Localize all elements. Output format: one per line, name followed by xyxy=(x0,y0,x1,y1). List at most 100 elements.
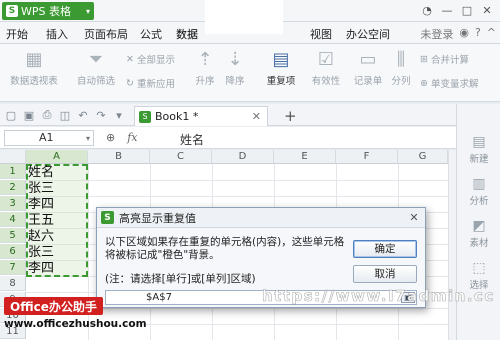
material-icon: ◩ xyxy=(472,218,486,234)
show-all-button[interactable]: ✕ 全部显示 xyxy=(126,52,175,67)
reapply-icon: ↻ xyxy=(126,77,134,89)
preview-icon[interactable]: ◫ xyxy=(58,108,72,122)
maximize-icon[interactable]: □ xyxy=(460,3,474,17)
duplicates-icon: ▤ xyxy=(272,49,290,70)
ok-button[interactable]: 确定 xyxy=(353,240,417,258)
goal-seek-button[interactable]: ⊕ 单变量求解 xyxy=(420,76,479,91)
duplicates-button[interactable]: ▤ 重复项 xyxy=(260,49,302,88)
formula-icons: ⊕ fx xyxy=(106,131,138,144)
side-new-button[interactable]: ▤ 新建 xyxy=(457,134,500,165)
column-header[interactable]: B xyxy=(88,150,150,164)
tab-insert[interactable]: 插入 xyxy=(46,26,68,42)
split-column-button[interactable]: ⫼ 分列 xyxy=(388,49,414,88)
filter-icon: ⏷ xyxy=(88,49,104,70)
clear-filter-icon: ✕ xyxy=(126,53,134,65)
tab-data[interactable]: 数据 xyxy=(174,26,200,47)
document-tab[interactable]: S Book1 * ✕ xyxy=(134,106,268,126)
side-analysis-button[interactable]: ▥ 分析 xyxy=(457,176,500,207)
record-form-button[interactable]: ▭ 记录单 xyxy=(350,49,386,88)
row-header[interactable]: 2 xyxy=(0,180,26,195)
row-header[interactable]: 3 xyxy=(0,196,26,211)
column-header[interactable]: E xyxy=(274,150,336,164)
vertical-scrollbar[interactable] xyxy=(448,150,456,340)
analysis-icon: ▥ xyxy=(472,176,486,192)
column-header[interactable]: C xyxy=(150,150,212,164)
tab-view[interactable]: 视图 xyxy=(310,26,332,42)
more-icon[interactable]: ▾ xyxy=(112,108,126,122)
sort-ascending-button[interactable]: ⇡ 升序 xyxy=(192,49,218,88)
row-header[interactable]: 5 xyxy=(0,228,26,243)
split-column-icon: ⫼ xyxy=(396,49,406,70)
name-box[interactable]: A1 ▾ xyxy=(4,130,94,146)
cell-a5[interactable]: 赵六 xyxy=(28,229,54,244)
side-analysis-label: 分析 xyxy=(469,196,489,207)
formula-input[interactable]: 姓名 xyxy=(180,131,204,148)
tab-page-layout[interactable]: 页面布局 xyxy=(84,26,128,42)
row-header[interactable]: 6 xyxy=(0,244,26,259)
dialog-message: 以下区域如果存在重复的单元格(内容)，这些单元格将被标记成"橙色"背景。 xyxy=(105,236,345,261)
new-doc-icon[interactable]: ▢ xyxy=(4,108,18,122)
function-icon[interactable]: fx xyxy=(127,131,137,144)
menu-right: 未登录 ◉ ? ^ xyxy=(420,26,496,42)
tab-home[interactable]: 开始 xyxy=(6,26,28,42)
autofilter-button[interactable]: ⏷ 自动筛选 xyxy=(74,49,118,88)
new-icon: ▤ xyxy=(472,134,486,150)
user-icon[interactable]: ◉ xyxy=(459,26,469,42)
pivot-table-button[interactable]: ▦ 数据透视表 xyxy=(6,50,62,88)
sort-ascending-icon: ⇡ xyxy=(197,49,213,70)
column-header[interactable]: F xyxy=(336,150,398,164)
cell-a1[interactable]: 姓名 xyxy=(28,165,54,180)
select-all-corner[interactable] xyxy=(0,150,26,164)
close-tab-icon[interactable]: ✕ xyxy=(252,110,261,123)
minimize-icon[interactable]: — xyxy=(440,3,454,17)
cell-a4[interactable]: 王五 xyxy=(28,213,54,228)
chevron-down-icon: ▾ xyxy=(85,134,90,143)
duplicates-label: 重复项 xyxy=(266,76,296,87)
cell-a3[interactable]: 李四 xyxy=(28,197,54,212)
side-material-button[interactable]: ◩ 素材 xyxy=(457,218,500,249)
validity-label: 有效性 xyxy=(311,76,341,87)
quick-access-bar: ▢ ▣ ⎙ ◫ ↶ ↷ ▾ S Book1 * ✕ + xyxy=(0,104,500,126)
redaction-box xyxy=(205,0,283,34)
column-header[interactable]: G xyxy=(398,150,448,164)
save-icon[interactable]: ▣ xyxy=(22,108,36,122)
reapply-button[interactable]: ↻ 重新应用 xyxy=(126,76,175,91)
merge-calc-button[interactable]: ⊞ 合并计算 xyxy=(420,52,469,67)
dialog-close-icon[interactable]: ✕ xyxy=(406,211,422,225)
redo-icon[interactable]: ↷ xyxy=(94,108,108,122)
row-header[interactable]: 8 xyxy=(0,276,26,291)
cancel-button[interactable]: 取消 xyxy=(353,265,417,283)
wps-logo-icon: S xyxy=(101,211,114,224)
wps-spreadsheet-window: S WPS 表格 ▾ ◔ — □ ✕ 开始 插入 页面布局 公式 数据 视图 办… xyxy=(0,0,500,340)
undo-icon[interactable]: ↶ xyxy=(76,108,90,122)
cell-a2[interactable]: 张三 xyxy=(28,181,54,196)
row-header[interactable]: 7 xyxy=(0,260,26,275)
help-icon[interactable]: ? xyxy=(475,26,481,42)
sort-descending-button[interactable]: ⇣ 降序 xyxy=(222,50,248,88)
record-form-icon: ▭ xyxy=(359,49,377,70)
brand-watermark: Office办公助手 xyxy=(4,297,103,315)
collapse-icon[interactable]: ^ xyxy=(487,26,496,42)
row-header[interactable]: 4 xyxy=(0,212,26,227)
print-icon[interactable]: ⎙ xyxy=(40,108,54,122)
zoom-icon[interactable]: ⊕ xyxy=(106,131,115,144)
cell-a7[interactable]: 李四 xyxy=(28,261,54,276)
skin-icon[interactable]: ◔ xyxy=(420,3,434,17)
goal-seek-label: 单变量求解 xyxy=(430,79,479,90)
row-header[interactable]: 1 xyxy=(0,164,26,179)
login-link[interactable]: 未登录 xyxy=(420,26,453,42)
validity-button[interactable]: ☑ 有效性 xyxy=(308,50,344,88)
range-value: $A$7 xyxy=(146,292,172,303)
app-menu-button[interactable]: S WPS 表格 ▾ xyxy=(2,2,94,20)
reapply-label: 重新应用 xyxy=(136,79,175,90)
column-header[interactable]: D xyxy=(212,150,274,164)
close-icon[interactable]: ✕ xyxy=(480,3,494,17)
cell-a6[interactable]: 张三 xyxy=(28,245,54,260)
tab-office-space[interactable]: 办公空间 xyxy=(346,26,390,42)
new-tab-icon[interactable]: + xyxy=(284,107,297,125)
goal-seek-icon: ⊕ xyxy=(420,77,428,89)
tab-formula[interactable]: 公式 xyxy=(140,26,162,42)
grid-line xyxy=(26,180,456,181)
column-header[interactable]: A xyxy=(26,150,88,164)
grid-line xyxy=(26,196,456,197)
